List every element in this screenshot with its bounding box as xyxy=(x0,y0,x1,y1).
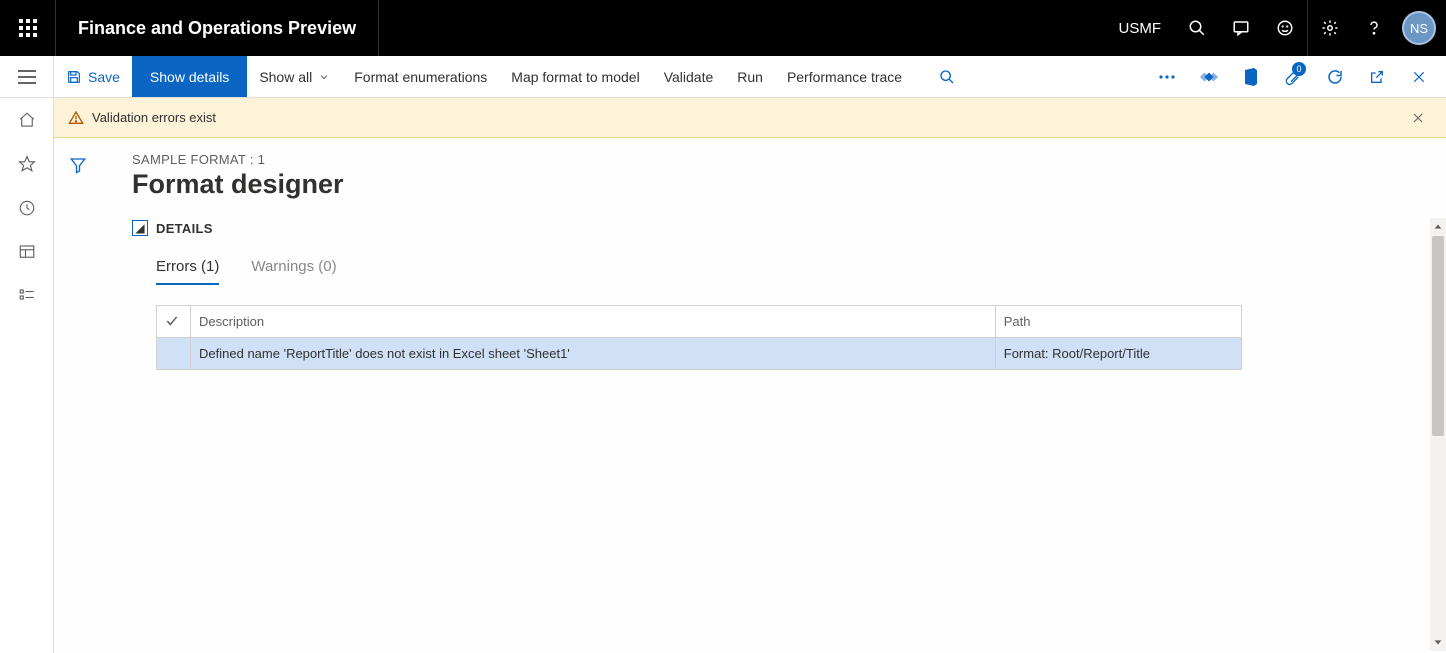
banner-message: Validation errors exist xyxy=(92,110,216,125)
refresh-button[interactable] xyxy=(1314,56,1356,98)
performance-trace-label: Performance trace xyxy=(787,69,902,85)
search-button[interactable] xyxy=(1175,0,1219,56)
format-enumerations-label: Format enumerations xyxy=(354,69,487,85)
page-title: Format designer xyxy=(132,169,1416,200)
nav-favorites[interactable] xyxy=(0,142,54,186)
field-options-button[interactable] xyxy=(1188,56,1230,98)
settings-button[interactable] xyxy=(1308,0,1352,56)
search-command-button[interactable] xyxy=(926,56,968,98)
help-button[interactable] xyxy=(1352,0,1396,56)
row-selector[interactable] xyxy=(157,338,191,370)
modules-icon xyxy=(18,287,36,305)
search-icon xyxy=(939,69,955,85)
attachments-badge: 0 xyxy=(1292,62,1306,76)
show-details-label: Show details xyxy=(150,69,229,85)
app-title: Finance and Operations Preview xyxy=(56,0,379,56)
smiley-icon xyxy=(1276,19,1294,37)
table-row[interactable]: Defined name 'ReportTitle' does not exis… xyxy=(157,338,1242,370)
search-icon xyxy=(1188,19,1206,37)
messages-button[interactable] xyxy=(1219,0,1263,56)
details-tabs: Errors (1) Warnings (0) xyxy=(132,258,1416,285)
warning-icon xyxy=(68,110,84,126)
performance-trace-button[interactable]: Performance trace xyxy=(775,56,914,97)
waffle-icon xyxy=(19,19,37,37)
chevron-up-icon xyxy=(1433,222,1443,232)
errors-table: Description Path Defined name 'ReportTit… xyxy=(156,305,1242,370)
office-button[interactable] xyxy=(1230,56,1272,98)
run-button[interactable]: Run xyxy=(725,56,775,97)
left-nav-rail xyxy=(0,56,54,653)
clock-icon xyxy=(18,199,36,217)
show-details-button[interactable]: Show details xyxy=(132,56,247,97)
validation-banner: Validation errors exist xyxy=(54,98,1446,138)
workspace-icon xyxy=(18,243,36,261)
help-icon xyxy=(1365,19,1383,37)
attachments-button[interactable]: 0 xyxy=(1272,56,1314,98)
collapse-icon: ◢ xyxy=(132,220,148,236)
star-icon xyxy=(18,155,36,173)
tab-warnings[interactable]: Warnings (0) xyxy=(251,258,336,285)
banner-close-button[interactable] xyxy=(1404,104,1432,132)
chevron-down-icon xyxy=(318,71,330,83)
details-toggle[interactable]: ◢ DETAILS xyxy=(132,220,1416,236)
breadcrumb: SAMPLE FORMAT : 1 xyxy=(132,152,1416,167)
chat-icon xyxy=(1232,19,1250,37)
column-description[interactable]: Description xyxy=(191,306,996,338)
nav-recent[interactable] xyxy=(0,186,54,230)
save-button[interactable]: Save xyxy=(54,56,132,97)
vertical-scrollbar[interactable] xyxy=(1430,236,1446,633)
nav-workspaces[interactable] xyxy=(0,230,54,274)
command-bar: Save Show details Show all Format enumer… xyxy=(54,56,1446,98)
feedback-button[interactable] xyxy=(1263,0,1307,56)
run-label: Run xyxy=(737,69,763,85)
select-all-header[interactable] xyxy=(157,306,191,338)
refresh-icon xyxy=(1326,68,1344,86)
hamburger-icon xyxy=(18,70,36,84)
save-label: Save xyxy=(88,69,120,85)
format-enumerations-button[interactable]: Format enumerations xyxy=(342,56,499,97)
details-label: DETAILS xyxy=(156,221,213,236)
user-avatar[interactable]: NS xyxy=(1402,11,1436,45)
popout-icon xyxy=(1369,69,1385,85)
app-launcher-button[interactable] xyxy=(0,0,56,56)
validate-label: Validate xyxy=(664,69,714,85)
nav-expand-button[interactable] xyxy=(0,56,54,98)
home-icon xyxy=(18,111,36,129)
top-bar: Finance and Operations Preview USMF NS xyxy=(0,0,1446,56)
popout-button[interactable] xyxy=(1356,56,1398,98)
column-path[interactable]: Path xyxy=(995,306,1241,338)
close-form-button[interactable] xyxy=(1398,56,1440,98)
cell-path: Format: Root/Report/Title xyxy=(995,338,1241,370)
gear-icon xyxy=(1321,19,1339,37)
map-format-button[interactable]: Map format to model xyxy=(499,56,651,97)
funnel-icon xyxy=(69,156,87,174)
checkmark-icon xyxy=(165,314,179,328)
validate-button[interactable]: Validate xyxy=(652,56,726,97)
scroll-up-button[interactable] xyxy=(1430,218,1446,236)
nav-home[interactable] xyxy=(0,98,54,142)
chevron-down-icon xyxy=(1433,637,1443,647)
save-icon xyxy=(66,69,82,85)
close-icon xyxy=(1412,70,1426,84)
filter-pane-button[interactable] xyxy=(63,150,93,180)
company-selector[interactable]: USMF xyxy=(1105,20,1176,37)
table-header-row: Description Path xyxy=(157,306,1242,338)
scroll-thumb[interactable] xyxy=(1432,236,1444,436)
tab-errors[interactable]: Errors (1) xyxy=(156,258,219,285)
map-format-label: Map format to model xyxy=(511,69,639,85)
scroll-down-button[interactable] xyxy=(1430,633,1446,651)
diamond-icon xyxy=(1200,70,1218,84)
office-icon xyxy=(1243,68,1259,86)
close-icon xyxy=(1412,112,1424,124)
ellipsis-icon xyxy=(1158,74,1176,80)
cell-description: Defined name 'ReportTitle' does not exis… xyxy=(191,338,996,370)
show-all-button[interactable]: Show all xyxy=(247,56,342,97)
show-all-label: Show all xyxy=(259,69,312,85)
nav-modules[interactable] xyxy=(0,274,54,318)
more-button[interactable] xyxy=(1146,56,1188,98)
